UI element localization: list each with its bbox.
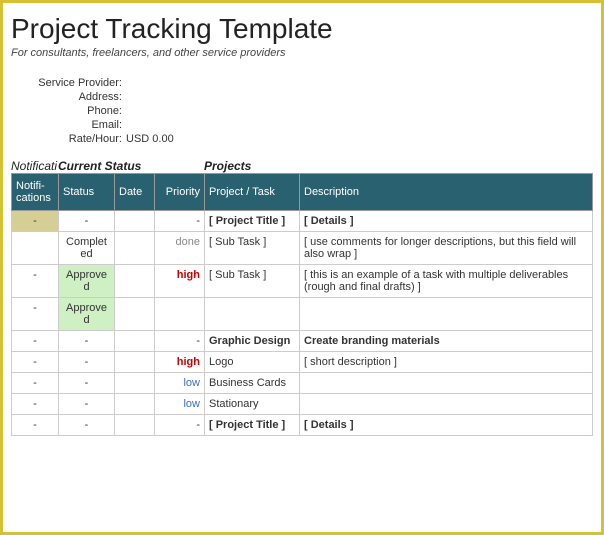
cell-date [115,298,155,331]
cell-desc: [ this is an example of a task with mult… [300,265,593,298]
value-address [126,91,593,103]
cell-date [115,394,155,415]
col-task: Project / Task [205,174,300,211]
cell-status: Approved [59,298,115,331]
cell-status: Completed [59,232,115,265]
group-header-projects: Projects [204,159,593,173]
value-phone [126,105,593,117]
cell-status: - [59,373,115,394]
cell-desc: [ short description ] [300,352,593,373]
cell-notif: - [12,331,59,352]
cell-notif: - [12,415,59,436]
cell-task: Business Cards [205,373,300,394]
col-notif: Notifi-cations [12,174,59,211]
cell-task [205,298,300,331]
cell-status: - [59,331,115,352]
col-priority: Priority [155,174,205,211]
cell-priority: low [155,394,205,415]
cell-priority: - [155,415,205,436]
info-section: Service Provider: Address: Phone: Email:… [11,77,593,145]
cell-task: [ Project Title ] [205,415,300,436]
cell-date [115,211,155,232]
cell-priority: high [155,352,205,373]
label-provider: Service Provider: [11,77,126,89]
value-provider [126,77,593,89]
cell-date [115,352,155,373]
cell-priority: - [155,211,205,232]
cell-task: [ Sub Task ] [205,265,300,298]
label-email: Email: [11,119,126,131]
cell-date [115,415,155,436]
col-date: Date [115,174,155,211]
cell-priority: - [155,331,205,352]
cell-task: Stationary [205,394,300,415]
cell-notif: - [12,352,59,373]
cell-date [115,265,155,298]
col-status: Status [59,174,115,211]
page-subtitle: For consultants, freelancers, and other … [11,47,593,59]
cell-priority: done [155,232,205,265]
table-row: -Approved [12,298,593,331]
cell-desc: Create branding materials [300,331,593,352]
cell-notif: - [12,298,59,331]
table-row: ---[ Project Title ][ Details ] [12,211,593,232]
cell-notif [12,232,59,265]
table-row: -Approved high[ Sub Task ][ this is an ex… [12,265,593,298]
col-desc: Description [300,174,593,211]
cell-task: [ Project Title ] [205,211,300,232]
group-headers: Notificati Current Status Projects [11,159,593,173]
cell-desc [300,373,593,394]
cell-date [115,373,155,394]
cell-status: Approved [59,265,115,298]
group-header-status: Current Status [58,159,204,173]
project-table: Notifi-cations Status Date Priority Proj… [11,173,593,436]
cell-status: - [59,394,115,415]
label-address: Address: [11,91,126,103]
cell-date [115,232,155,265]
table-row: ---Graphic DesignCreate branding materia… [12,331,593,352]
cell-priority: high [155,265,205,298]
cell-status: - [59,415,115,436]
cell-desc: [ Details ] [300,211,593,232]
cell-notif: - [12,211,59,232]
cell-desc: [ use comments for longer descriptions, … [300,232,593,265]
label-phone: Phone: [11,105,126,117]
table-row: -- lowStationary [12,394,593,415]
cell-task: [ Sub Task ] [205,232,300,265]
table-row: -- highLogo[ short description ] [12,352,593,373]
cell-status: - [59,352,115,373]
cell-task: Graphic Design [205,331,300,352]
cell-notif: - [12,373,59,394]
cell-desc [300,298,593,331]
page-title: Project Tracking Template [11,13,593,45]
cell-status: - [59,211,115,232]
cell-desc: [ Details ] [300,415,593,436]
cell-priority: low [155,373,205,394]
value-rate: USD 0.00 [126,133,593,145]
cell-notif: - [12,265,59,298]
cell-priority [155,298,205,331]
group-header-notif: Notificati [11,159,58,173]
value-email [126,119,593,131]
table-row: -- lowBusiness Cards [12,373,593,394]
table-row: Completed done[ Sub Task ][ use comments … [12,232,593,265]
cell-desc [300,394,593,415]
label-rate: Rate/Hour: [11,133,126,145]
cell-date [115,331,155,352]
cell-task: Logo [205,352,300,373]
table-row: ---[ Project Title ][ Details ] [12,415,593,436]
cell-notif: - [12,394,59,415]
